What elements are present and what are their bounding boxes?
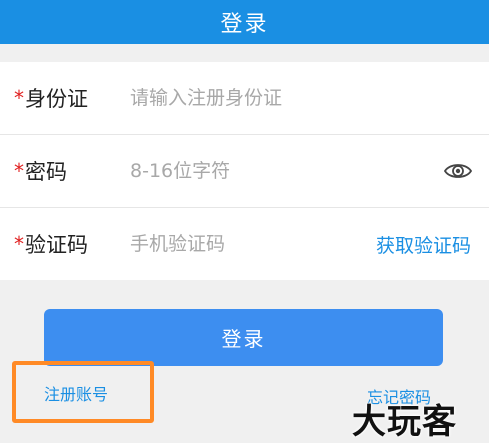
login-form: * 身份证 * 密码 * 验证码 获取验证码: [0, 62, 489, 280]
verify-code-row: * 验证码 获取验证码: [0, 208, 489, 280]
id-card-row: * 身份证: [0, 62, 489, 135]
get-code-button[interactable]: 获取验证码: [376, 231, 471, 258]
watermark: 大玩客: [352, 394, 457, 443]
required-mark: *: [14, 232, 24, 256]
watermark-text: 大玩客: [352, 402, 457, 442]
verify-code-label: * 验证码: [14, 229, 88, 259]
required-mark: *: [14, 159, 24, 183]
password-label-text: 密码: [25, 160, 67, 184]
id-card-input[interactable]: [130, 87, 350, 109]
password-row: * 密码: [0, 135, 489, 208]
password-input[interactable]: [130, 160, 350, 182]
verify-code-label-text: 验证码: [25, 233, 88, 257]
password-label: * 密码: [14, 156, 67, 186]
id-card-label-text: 身份证: [25, 87, 88, 111]
page-title: 登录: [220, 12, 269, 37]
page-header: 登录: [0, 0, 489, 44]
eye-icon[interactable]: [443, 161, 473, 181]
register-link[interactable]: 注册账号: [44, 381, 108, 405]
id-card-label: * 身份证: [14, 83, 88, 113]
required-mark: *: [14, 86, 24, 110]
verify-code-input[interactable]: [130, 233, 350, 255]
login-button[interactable]: 登录: [44, 309, 443, 366]
